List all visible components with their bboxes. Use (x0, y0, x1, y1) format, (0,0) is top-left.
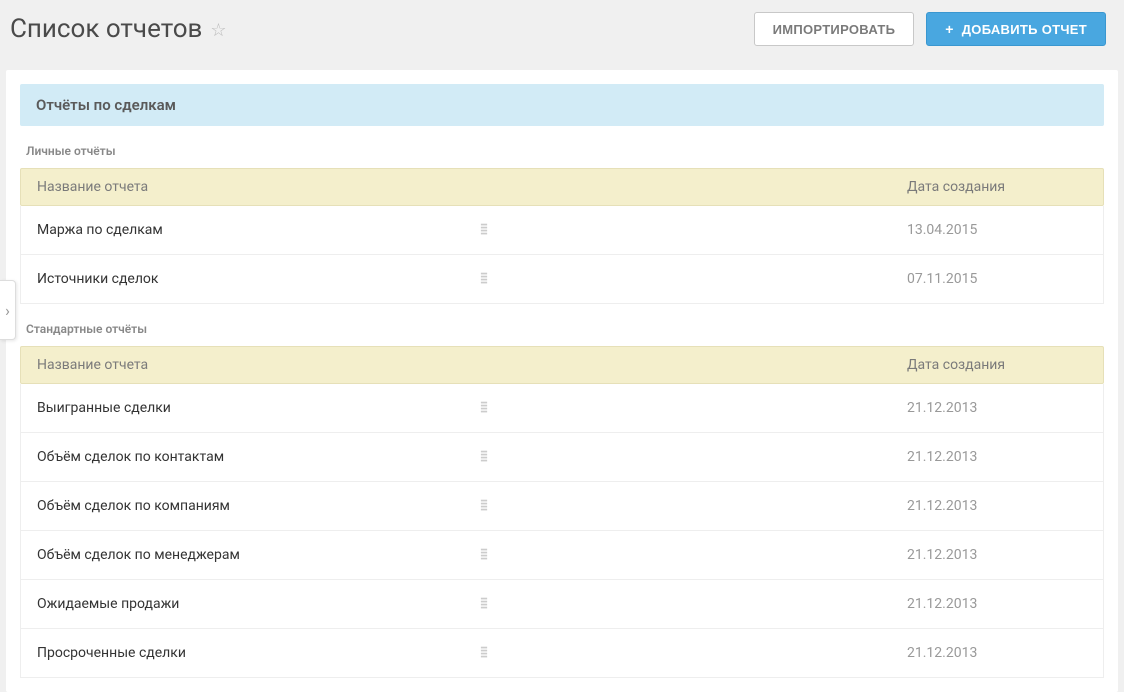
plus-icon: + (945, 21, 953, 37)
group-label-standard: Стандартные отчёты (20, 304, 1104, 346)
header-actions: ИМПОРТИРОВАТЬ + ДОБАВИТЬ ОТЧЕТ (754, 12, 1106, 46)
report-date: 21.12.2013 (907, 645, 1087, 661)
group-label-personal: Личные отчёты (20, 126, 1104, 168)
page-header: Список отчетов ☆ ИМПОРТИРОВАТЬ + ДОБАВИТ… (0, 0, 1124, 70)
report-date: 07.11.2015 (907, 271, 1087, 287)
drag-handle-icon[interactable]: ━━━━ (481, 549, 486, 561)
report-date: 21.12.2013 (907, 547, 1087, 563)
report-date: 21.12.2013 (907, 449, 1087, 465)
drag-handle-icon[interactable]: ━━━━ (481, 273, 486, 285)
report-name: Объём сделок по компаниям (37, 498, 907, 514)
section-header: Отчёты по сделкам (20, 84, 1104, 126)
table-row[interactable]: Объём сделок по менеджерам ━━━━ 21.12.20… (20, 531, 1104, 580)
import-button[interactable]: ИМПОРТИРОВАТЬ (754, 12, 915, 46)
table-header: Название отчета Дата создания (20, 168, 1104, 206)
table-row[interactable]: Маржа по сделкам ━━━━ 13.04.2015 (20, 206, 1104, 255)
page-title: Список отчетов (10, 14, 202, 44)
drag-handle-icon[interactable]: ━━━━ (481, 402, 486, 414)
drag-handle-icon[interactable]: ━━━━ (481, 647, 486, 659)
sidebar-expand-toggle[interactable]: › (0, 280, 16, 340)
column-header-date[interactable]: Дата создания (907, 179, 1087, 195)
favorite-star-icon[interactable]: ☆ (210, 20, 226, 41)
report-name: Просроченные сделки (37, 645, 907, 661)
report-name: Источники сделок (37, 271, 907, 287)
report-name: Маржа по сделкам (37, 222, 907, 238)
table-row[interactable]: Источники сделок ━━━━ 07.11.2015 (20, 255, 1104, 304)
report-date: 13.04.2015 (907, 222, 1087, 238)
column-header-date[interactable]: Дата создания (907, 357, 1087, 373)
drag-handle-icon[interactable]: ━━━━ (481, 598, 486, 610)
report-name: Объём сделок по контактам (37, 449, 907, 465)
add-report-button-label: ДОБАВИТЬ ОТЧЕТ (962, 22, 1087, 37)
import-button-label: ИМПОРТИРОВАТЬ (773, 22, 896, 37)
report-name: Ожидаемые продажи (37, 596, 907, 612)
table-row[interactable]: Выигранные сделки ━━━━ 21.12.2013 (20, 384, 1104, 433)
report-date: 21.12.2013 (907, 596, 1087, 612)
table-row[interactable]: Ожидаемые продажи ━━━━ 21.12.2013 (20, 580, 1104, 629)
table-header: Название отчета Дата создания (20, 346, 1104, 384)
report-name: Объём сделок по менеджерам (37, 547, 907, 563)
table-row[interactable]: Объём сделок по компаниям ━━━━ 21.12.201… (20, 482, 1104, 531)
page-title-wrap: Список отчетов ☆ (10, 14, 227, 44)
table-row[interactable]: Просроченные сделки ━━━━ 21.12.2013 (20, 629, 1104, 678)
drag-handle-icon[interactable]: ━━━━ (481, 500, 486, 512)
column-header-name[interactable]: Название отчета (37, 357, 907, 373)
add-report-button[interactable]: + ДОБАВИТЬ ОТЧЕТ (926, 12, 1106, 46)
drag-handle-icon[interactable]: ━━━━ (481, 224, 486, 236)
report-date: 21.12.2013 (907, 400, 1087, 416)
table-row[interactable]: Объём сделок по контактам ━━━━ 21.12.201… (20, 433, 1104, 482)
drag-handle-icon[interactable]: ━━━━ (481, 451, 486, 463)
report-date: 21.12.2013 (907, 498, 1087, 514)
column-header-name[interactable]: Название отчета (37, 179, 907, 195)
report-name: Выигранные сделки (37, 400, 907, 416)
chevron-right-icon: › (5, 301, 10, 320)
content-panel: Отчёты по сделкам Личные отчёты Название… (6, 70, 1118, 692)
